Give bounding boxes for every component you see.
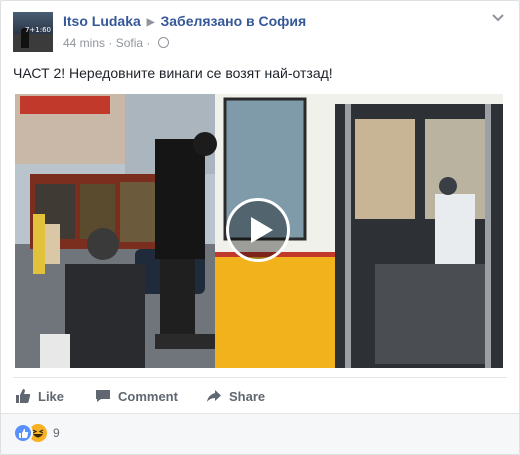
post-card: 7+1:60 Itso Ludaka ▶ Забелязано в София 44… <box>0 0 520 455</box>
meta-separator-2: · <box>146 36 151 50</box>
reaction-count[interactable]: 9 <box>53 426 60 440</box>
share-button[interactable]: Share <box>206 381 265 411</box>
chevron-down-icon[interactable] <box>491 13 505 23</box>
share-icon <box>207 390 221 402</box>
globe-icon <box>157 37 169 48</box>
meta-separator: · <box>108 36 113 50</box>
post-meta: 44 mins · Sofia · <box>63 36 169 50</box>
like-button[interactable]: Like <box>15 381 64 411</box>
like-reaction-icon <box>13 423 33 443</box>
avatar-overlay-text: 7+1:60 <box>24 26 51 34</box>
group-name[interactable]: Забелязано в София <box>161 13 307 29</box>
divider-top <box>13 377 507 378</box>
post-header: Itso Ludaka ▶ Забелязано в София <box>63 13 306 29</box>
video-player[interactable] <box>15 94 503 368</box>
post-place[interactable]: Sofia <box>116 36 143 50</box>
author-avatar[interactable]: 7+1:60 <box>13 12 53 52</box>
comment-button[interactable]: Comment <box>95 381 178 411</box>
reactions-bar[interactable]: 9 <box>1 413 519 454</box>
comment-label: Comment <box>118 388 178 404</box>
thumbs-up-icon <box>16 389 31 403</box>
post-time[interactable]: 44 mins <box>63 36 105 50</box>
play-button[interactable] <box>226 198 290 262</box>
comment-icon <box>96 390 110 402</box>
avatar-ground <box>13 34 53 52</box>
action-bar: Like Comment Share <box>13 381 507 411</box>
post-text: ЧАСТ 2! Нередовните винаги се возят най-… <box>13 65 333 81</box>
author-name[interactable]: Itso Ludaka <box>63 13 141 29</box>
like-label: Like <box>38 388 65 404</box>
share-label: Share <box>229 388 266 404</box>
arrow-right-icon: ▶ <box>146 17 155 28</box>
